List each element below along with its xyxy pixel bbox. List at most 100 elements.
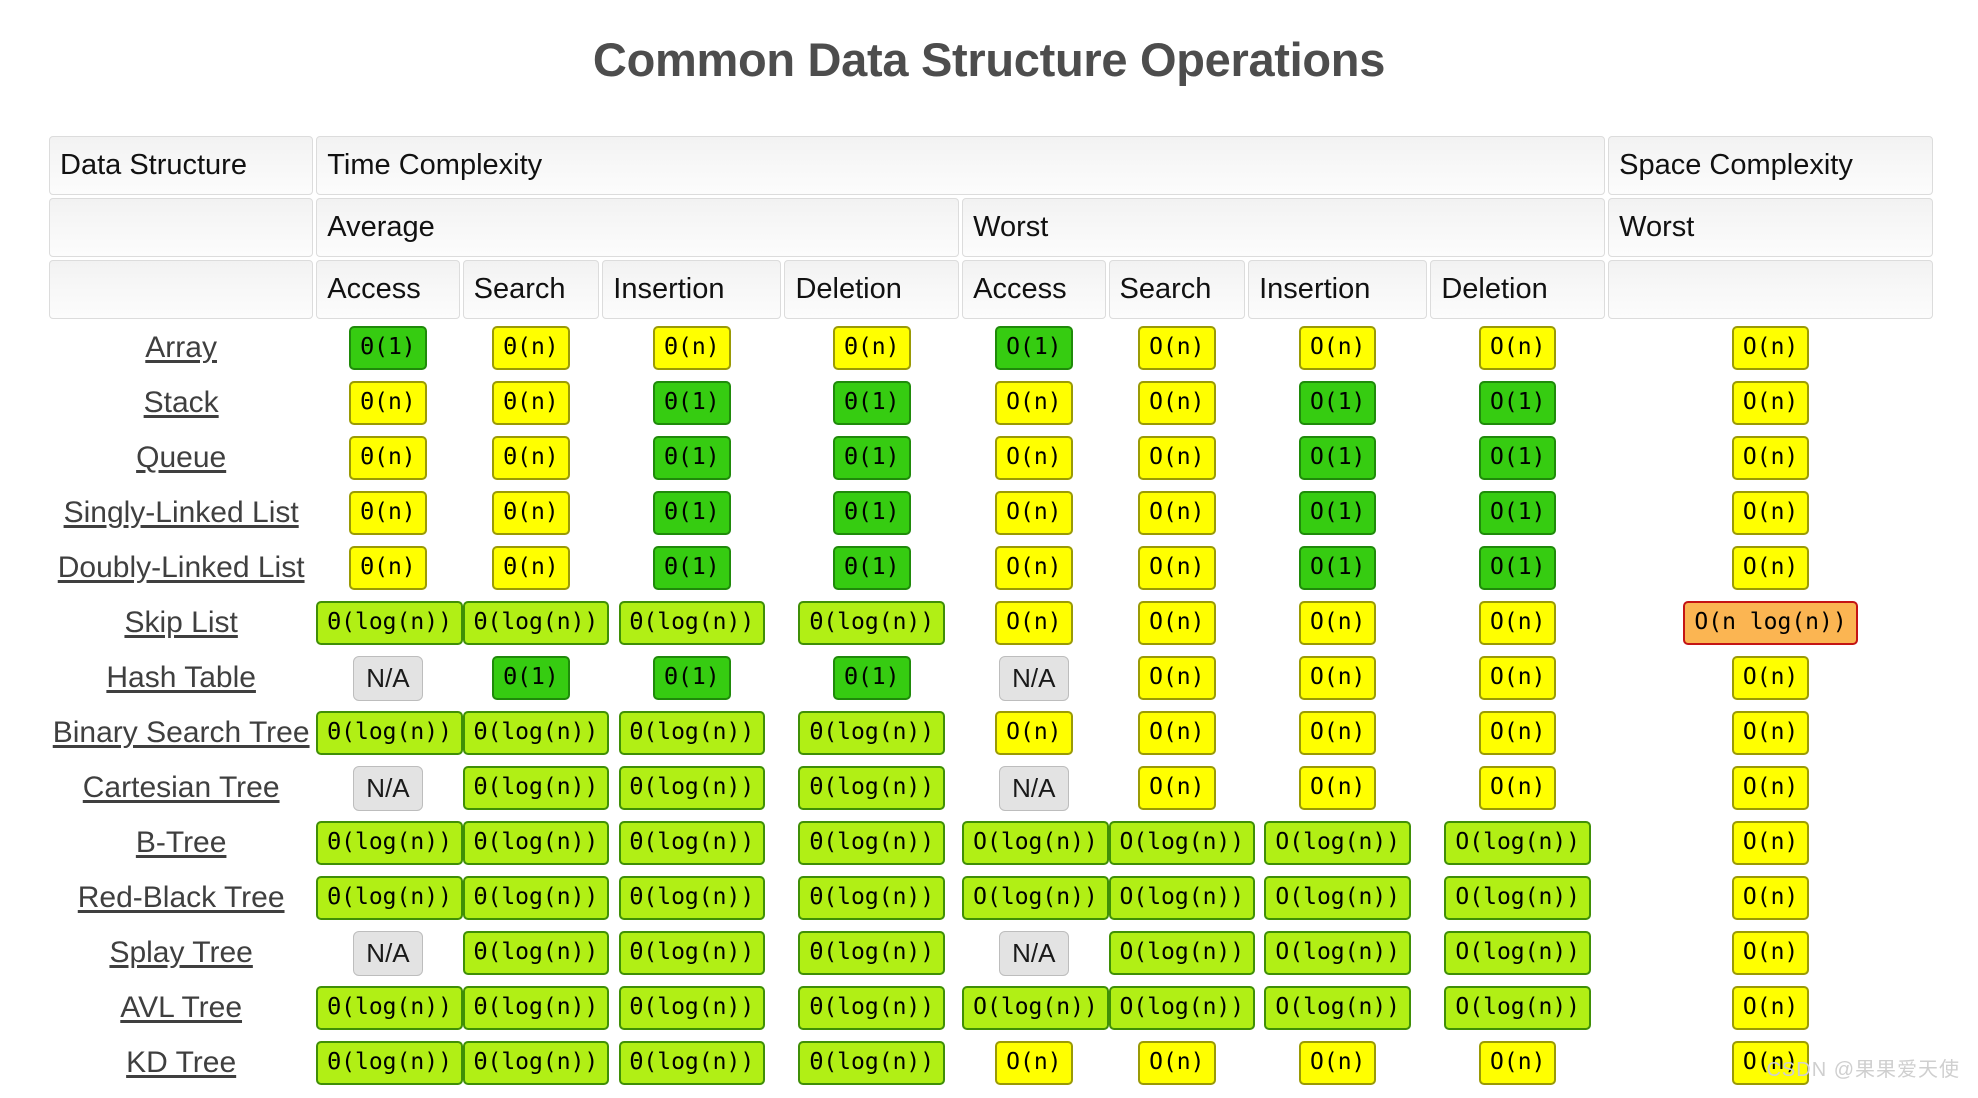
header-row-ops: Access Search Insertion Deletion Access … (49, 260, 1933, 319)
complexity-cell: Θ(log(n)) (602, 927, 781, 979)
complexity-cell: Θ(log(n)) (784, 1037, 959, 1089)
table-row: Doubly-Linked List Θ(n) Θ(n) Θ(1) Θ(1) O(n) O(… (49, 542, 1933, 594)
complexity-badge: O(log(n)) (1444, 876, 1592, 920)
complexity-cell: Θ(log(n)) (462, 872, 610, 924)
complexity-badge: Θ(log(n)) (798, 821, 946, 865)
data-structure-link[interactable]: Array (145, 331, 217, 364)
data-structure-link[interactable]: AVL Tree (120, 991, 242, 1024)
complexity-badge: O(n) (995, 436, 1073, 480)
data-structure-link[interactable]: Doubly-Linked List (58, 551, 305, 584)
complexity-badge: Θ(log(n)) (462, 1041, 610, 1085)
data-structure-link[interactable]: Binary Search Tree (53, 716, 310, 749)
header-spacer-structure (49, 198, 314, 257)
complexity-badge: O(n) (1731, 546, 1810, 590)
complexity-badge: O(n) (1731, 876, 1810, 920)
complexity-badge: Θ(1) (653, 436, 731, 480)
complexity-cell: O(n) (962, 1037, 1105, 1089)
complexity-cell: O(log(n)) (962, 982, 1109, 1034)
complexity-cell: O(n) (1430, 762, 1605, 814)
data-structure-link[interactable]: Singly-Linked List (64, 496, 299, 529)
data-structure-cell: Binary Search Tree (49, 707, 313, 759)
complexity-badge: N/A (999, 655, 1069, 701)
complexity-badge: Θ(1) (492, 656, 570, 700)
complexity-badge: O(log(n)) (1108, 931, 1256, 975)
complexity-badge: O(1) (1299, 436, 1377, 480)
complexity-badge: O(n) (995, 491, 1073, 535)
complexity-cell: Θ(n) (463, 487, 600, 539)
complexity-table: Data Structure Time Complexity Space Com… (46, 133, 1936, 1092)
complexity-cell: O(1) (1430, 542, 1605, 594)
data-structure-cell: B-Tree (49, 817, 313, 869)
data-structure-link[interactable]: B-Tree (136, 826, 227, 859)
complexity-cell: O(n) (1248, 597, 1427, 649)
complexity-cell: Θ(log(n)) (316, 817, 463, 869)
complexity-cell: Θ(log(n)) (316, 707, 463, 759)
complexity-cell: O(n) (1430, 1037, 1605, 1089)
complexity-badge: N/A (999, 765, 1069, 811)
complexity-cell: O(n) (1608, 432, 1933, 484)
data-structure-link[interactable]: Hash Table (106, 661, 256, 694)
complexity-cell: Θ(n) (463, 432, 600, 484)
complexity-badge: Θ(n) (492, 491, 570, 535)
data-structure-link[interactable]: Splay Tree (109, 936, 252, 969)
complexity-cell: O(n) (1109, 707, 1246, 759)
complexity-badge: Θ(1) (653, 656, 731, 700)
complexity-badge: O(n) (1138, 326, 1216, 370)
complexity-cell: O(n) (1109, 487, 1246, 539)
complexity-badge: Θ(log(n)) (798, 711, 946, 755)
header-op-worst-search: Search (1108, 260, 1246, 319)
data-structure-cell: Skip List (49, 597, 313, 649)
data-structure-cell: Red-Black Tree (49, 872, 313, 924)
complexity-cell: O(1) (1248, 377, 1427, 429)
table-row: Binary Search Tree Θ(log(n)) Θ(log(n)) Θ(lo… (49, 707, 1933, 759)
complexity-badge: Θ(log(n)) (462, 711, 610, 755)
complexity-cell: O(n) (962, 597, 1105, 649)
complexity-cell: O(n) (962, 707, 1105, 759)
complexity-cell: O(log(n)) (1430, 927, 1605, 979)
header-worst: Worst (962, 198, 1606, 257)
complexity-badge: N/A (353, 765, 423, 811)
complexity-cell: O(n) (1608, 762, 1933, 814)
table-row: B-Tree Θ(log(n)) Θ(log(n)) Θ(log(n)) Θ(log(n… (49, 817, 1933, 869)
complexity-badge: Θ(log(n)) (316, 601, 463, 645)
complexity-cell: Θ(log(n)) (462, 982, 610, 1034)
data-structure-link[interactable]: KD Tree (126, 1046, 236, 1079)
complexity-badge: O(n) (1731, 656, 1810, 700)
complexity-badge: Θ(log(n)) (462, 876, 610, 920)
complexity-cell: O(n log(n)) (1608, 597, 1933, 649)
data-structure-cell: Cartesian Tree (49, 762, 313, 814)
complexity-badge: Θ(log(n)) (462, 986, 610, 1030)
complexity-badge: Θ(n) (653, 326, 731, 370)
complexity-badge: Θ(1) (833, 546, 911, 590)
table-header: Data Structure Time Complexity Space Com… (49, 136, 1933, 319)
complexity-cell: Θ(log(n)) (784, 762, 959, 814)
complexity-cell: Θ(log(n)) (602, 982, 781, 1034)
complexity-badge: O(n) (1479, 766, 1557, 810)
data-structure-link[interactable]: Stack (144, 386, 219, 419)
complexity-cell: O(1) (1430, 487, 1605, 539)
complexity-badge: O(log(n)) (1444, 821, 1592, 865)
table-row: Stack Θ(n) Θ(n) Θ(1) Θ(1) O(n) O(n) O(1) O(1) O(n… (49, 377, 1933, 429)
complexity-cell: Θ(n) (316, 487, 459, 539)
header-op-avg-deletion: Deletion (784, 260, 960, 319)
data-structure-link[interactable]: Red-Black Tree (78, 881, 285, 914)
data-structure-link[interactable]: Skip List (124, 606, 237, 639)
complexity-cell: Θ(log(n)) (784, 817, 959, 869)
complexity-cell: O(log(n)) (1248, 817, 1427, 869)
complexity-badge: O(n) (995, 1041, 1073, 1085)
complexity-badge: O(n) (995, 711, 1073, 755)
complexity-table-container: Data Structure Time Complexity Space Com… (46, 133, 1936, 1092)
complexity-cell: Θ(1) (316, 322, 459, 374)
complexity-cell: O(log(n)) (1430, 982, 1605, 1034)
complexity-cell: Θ(1) (463, 652, 600, 704)
complexity-badge: Θ(1) (653, 546, 731, 590)
complexity-badge: Θ(log(n)) (618, 766, 766, 810)
data-structure-link[interactable]: Cartesian Tree (83, 771, 280, 804)
complexity-badge: O(n) (995, 381, 1073, 425)
header-space-complexity: Space Complexity (1608, 136, 1933, 195)
complexity-cell: O(n) (1608, 817, 1933, 869)
data-structure-link[interactable]: Queue (136, 441, 226, 474)
complexity-cell: Θ(1) (602, 377, 781, 429)
complexity-badge: Θ(log(n)) (618, 711, 766, 755)
complexity-cell: Θ(log(n)) (784, 927, 959, 979)
